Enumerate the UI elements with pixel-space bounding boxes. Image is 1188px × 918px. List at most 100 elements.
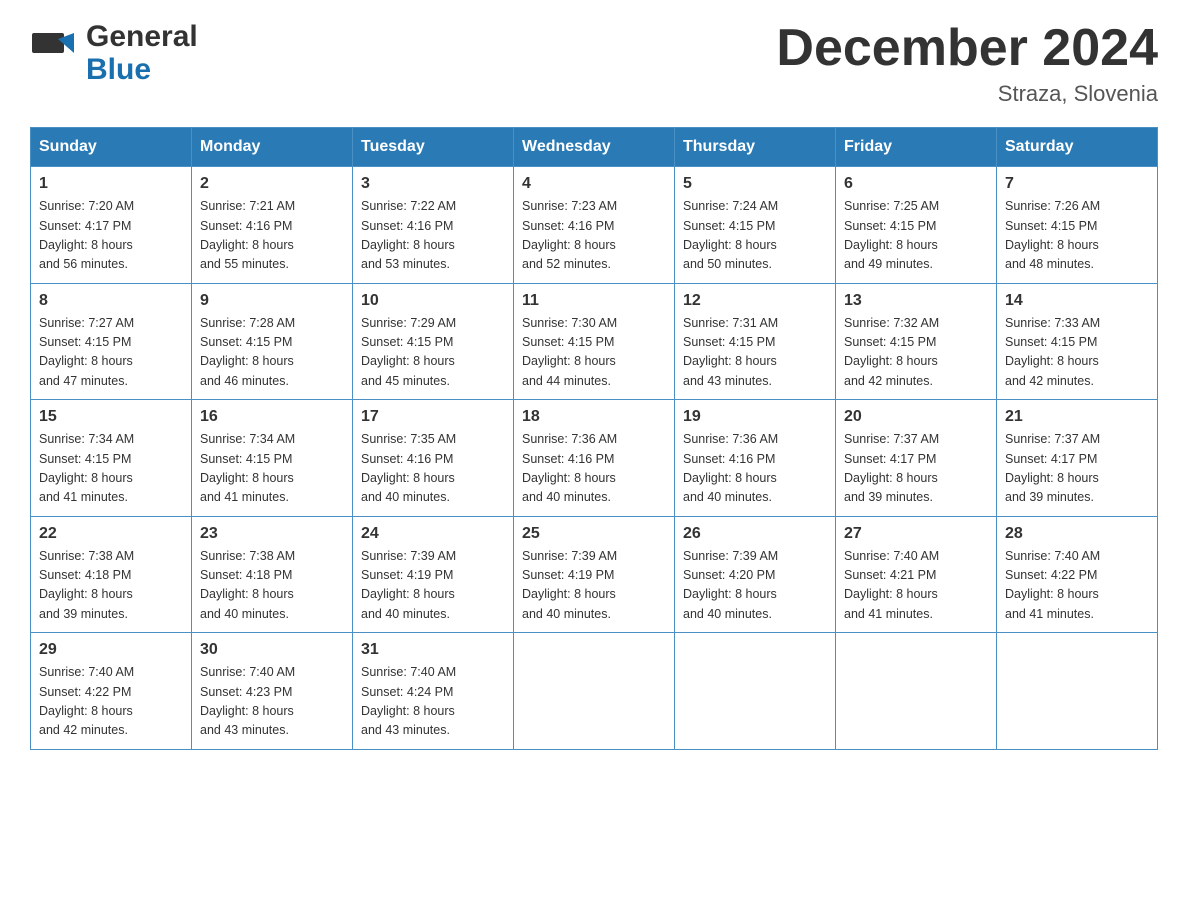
- day-info: Sunrise: 7:34 AM Sunset: 4:15 PM Dayligh…: [200, 430, 344, 508]
- logo-icon: [30, 25, 86, 81]
- day-number: 19: [683, 408, 827, 426]
- calendar-cell: [997, 633, 1158, 750]
- day-number: 14: [1005, 292, 1149, 310]
- calendar-cell: 19 Sunrise: 7:36 AM Sunset: 4:16 PM Dayl…: [675, 400, 836, 517]
- day-info: Sunrise: 7:32 AM Sunset: 4:15 PM Dayligh…: [844, 314, 988, 392]
- calendar-cell: 29 Sunrise: 7:40 AM Sunset: 4:22 PM Dayl…: [31, 633, 192, 750]
- week-row-5: 29 Sunrise: 7:40 AM Sunset: 4:22 PM Dayl…: [31, 633, 1158, 750]
- day-number: 1: [39, 175, 183, 193]
- day-number: 25: [522, 525, 666, 543]
- day-info: Sunrise: 7:36 AM Sunset: 4:16 PM Dayligh…: [683, 430, 827, 508]
- calendar-cell: 31 Sunrise: 7:40 AM Sunset: 4:24 PM Dayl…: [353, 633, 514, 750]
- week-row-1: 1 Sunrise: 7:20 AM Sunset: 4:17 PM Dayli…: [31, 167, 1158, 284]
- calendar-cell: 25 Sunrise: 7:39 AM Sunset: 4:19 PM Dayl…: [514, 516, 675, 633]
- day-info: Sunrise: 7:34 AM Sunset: 4:15 PM Dayligh…: [39, 430, 183, 508]
- calendar-cell: 24 Sunrise: 7:39 AM Sunset: 4:19 PM Dayl…: [353, 516, 514, 633]
- calendar-cell: 9 Sunrise: 7:28 AM Sunset: 4:15 PM Dayli…: [192, 283, 353, 400]
- calendar-cell: [836, 633, 997, 750]
- day-info: Sunrise: 7:30 AM Sunset: 4:15 PM Dayligh…: [522, 314, 666, 392]
- calendar-cell: 10 Sunrise: 7:29 AM Sunset: 4:15 PM Dayl…: [353, 283, 514, 400]
- calendar-cell: 26 Sunrise: 7:39 AM Sunset: 4:20 PM Dayl…: [675, 516, 836, 633]
- page-header: General Blue December 2024 Straza, Slove…: [30, 20, 1158, 107]
- calendar-cell: 21 Sunrise: 7:37 AM Sunset: 4:17 PM Dayl…: [997, 400, 1158, 517]
- day-info: Sunrise: 7:38 AM Sunset: 4:18 PM Dayligh…: [39, 547, 183, 625]
- calendar-cell: 11 Sunrise: 7:30 AM Sunset: 4:15 PM Dayl…: [514, 283, 675, 400]
- day-number: 4: [522, 175, 666, 193]
- calendar-cell: 3 Sunrise: 7:22 AM Sunset: 4:16 PM Dayli…: [353, 167, 514, 284]
- calendar-cell: 5 Sunrise: 7:24 AM Sunset: 4:15 PM Dayli…: [675, 167, 836, 284]
- location-subtitle: Straza, Slovenia: [776, 81, 1158, 107]
- day-info: Sunrise: 7:39 AM Sunset: 4:20 PM Dayligh…: [683, 547, 827, 625]
- day-number: 30: [200, 641, 344, 659]
- calendar-cell: 22 Sunrise: 7:38 AM Sunset: 4:18 PM Dayl…: [31, 516, 192, 633]
- header-tuesday: Tuesday: [353, 128, 514, 167]
- day-number: 12: [683, 292, 827, 310]
- day-info: Sunrise: 7:37 AM Sunset: 4:17 PM Dayligh…: [844, 430, 988, 508]
- day-number: 5: [683, 175, 827, 193]
- day-number: 9: [200, 292, 344, 310]
- calendar-cell: 1 Sunrise: 7:20 AM Sunset: 4:17 PM Dayli…: [31, 167, 192, 284]
- calendar-cell: 13 Sunrise: 7:32 AM Sunset: 4:15 PM Dayl…: [836, 283, 997, 400]
- day-info: Sunrise: 7:38 AM Sunset: 4:18 PM Dayligh…: [200, 547, 344, 625]
- day-info: Sunrise: 7:27 AM Sunset: 4:15 PM Dayligh…: [39, 314, 183, 392]
- calendar-cell: 15 Sunrise: 7:34 AM Sunset: 4:15 PM Dayl…: [31, 400, 192, 517]
- day-number: 8: [39, 292, 183, 310]
- day-number: 23: [200, 525, 344, 543]
- day-info: Sunrise: 7:22 AM Sunset: 4:16 PM Dayligh…: [361, 197, 505, 275]
- calendar-cell: 6 Sunrise: 7:25 AM Sunset: 4:15 PM Dayli…: [836, 167, 997, 284]
- week-row-2: 8 Sunrise: 7:27 AM Sunset: 4:15 PM Dayli…: [31, 283, 1158, 400]
- day-number: 3: [361, 175, 505, 193]
- header-wednesday: Wednesday: [514, 128, 675, 167]
- day-number: 2: [200, 175, 344, 193]
- day-number: 21: [1005, 408, 1149, 426]
- day-number: 11: [522, 292, 666, 310]
- day-number: 10: [361, 292, 505, 310]
- calendar-cell: 8 Sunrise: 7:27 AM Sunset: 4:15 PM Dayli…: [31, 283, 192, 400]
- day-number: 17: [361, 408, 505, 426]
- day-info: Sunrise: 7:35 AM Sunset: 4:16 PM Dayligh…: [361, 430, 505, 508]
- logo-general-text: General: [86, 20, 198, 53]
- day-number: 15: [39, 408, 183, 426]
- day-info: Sunrise: 7:40 AM Sunset: 4:22 PM Dayligh…: [39, 663, 183, 741]
- day-number: 13: [844, 292, 988, 310]
- day-info: Sunrise: 7:23 AM Sunset: 4:16 PM Dayligh…: [522, 197, 666, 275]
- calendar-cell: 2 Sunrise: 7:21 AM Sunset: 4:16 PM Dayli…: [192, 167, 353, 284]
- calendar-cell: 14 Sunrise: 7:33 AM Sunset: 4:15 PM Dayl…: [997, 283, 1158, 400]
- day-info: Sunrise: 7:28 AM Sunset: 4:15 PM Dayligh…: [200, 314, 344, 392]
- calendar-cell: [514, 633, 675, 750]
- day-info: Sunrise: 7:29 AM Sunset: 4:15 PM Dayligh…: [361, 314, 505, 392]
- header-saturday: Saturday: [997, 128, 1158, 167]
- day-number: 28: [1005, 525, 1149, 543]
- day-info: Sunrise: 7:31 AM Sunset: 4:15 PM Dayligh…: [683, 314, 827, 392]
- day-info: Sunrise: 7:36 AM Sunset: 4:16 PM Dayligh…: [522, 430, 666, 508]
- day-number: 6: [844, 175, 988, 193]
- day-info: Sunrise: 7:39 AM Sunset: 4:19 PM Dayligh…: [361, 547, 505, 625]
- calendar-cell: 4 Sunrise: 7:23 AM Sunset: 4:16 PM Dayli…: [514, 167, 675, 284]
- logo-blue-text: Blue: [86, 53, 198, 86]
- calendar-cell: 27 Sunrise: 7:40 AM Sunset: 4:21 PM Dayl…: [836, 516, 997, 633]
- title-section: December 2024 Straza, Slovenia: [776, 20, 1158, 107]
- day-info: Sunrise: 7:40 AM Sunset: 4:22 PM Dayligh…: [1005, 547, 1149, 625]
- header-monday: Monday: [192, 128, 353, 167]
- day-info: Sunrise: 7:26 AM Sunset: 4:15 PM Dayligh…: [1005, 197, 1149, 275]
- day-number: 20: [844, 408, 988, 426]
- logo: General Blue: [30, 20, 198, 86]
- week-row-3: 15 Sunrise: 7:34 AM Sunset: 4:15 PM Dayl…: [31, 400, 1158, 517]
- day-info: Sunrise: 7:40 AM Sunset: 4:23 PM Dayligh…: [200, 663, 344, 741]
- day-info: Sunrise: 7:24 AM Sunset: 4:15 PM Dayligh…: [683, 197, 827, 275]
- day-info: Sunrise: 7:39 AM Sunset: 4:19 PM Dayligh…: [522, 547, 666, 625]
- calendar-cell: 17 Sunrise: 7:35 AM Sunset: 4:16 PM Dayl…: [353, 400, 514, 517]
- day-number: 7: [1005, 175, 1149, 193]
- day-number: 16: [200, 408, 344, 426]
- calendar-cell: 20 Sunrise: 7:37 AM Sunset: 4:17 PM Dayl…: [836, 400, 997, 517]
- calendar-cell: 30 Sunrise: 7:40 AM Sunset: 4:23 PM Dayl…: [192, 633, 353, 750]
- calendar-cell: [675, 633, 836, 750]
- day-info: Sunrise: 7:40 AM Sunset: 4:21 PM Dayligh…: [844, 547, 988, 625]
- day-number: 22: [39, 525, 183, 543]
- calendar-header-row: Sunday Monday Tuesday Wednesday Thursday…: [31, 128, 1158, 167]
- day-info: Sunrise: 7:37 AM Sunset: 4:17 PM Dayligh…: [1005, 430, 1149, 508]
- day-number: 31: [361, 641, 505, 659]
- day-info: Sunrise: 7:20 AM Sunset: 4:17 PM Dayligh…: [39, 197, 183, 275]
- header-thursday: Thursday: [675, 128, 836, 167]
- week-row-4: 22 Sunrise: 7:38 AM Sunset: 4:18 PM Dayl…: [31, 516, 1158, 633]
